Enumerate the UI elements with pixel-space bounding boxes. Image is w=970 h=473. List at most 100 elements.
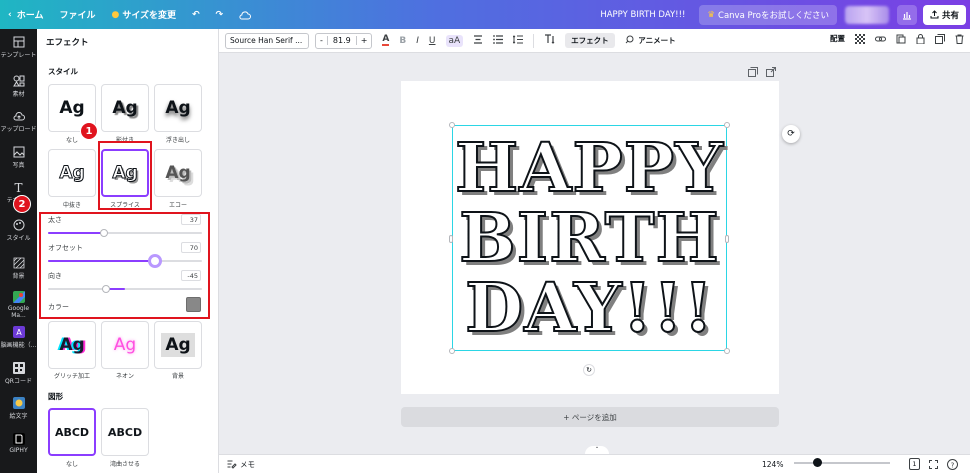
letter-case-button[interactable]: aA [445,34,464,47]
font-name: Source Han Serif ... [230,36,303,45]
effect-button[interactable]: エフェクト [565,33,615,48]
insights-button[interactable] [896,4,917,25]
style-section-label: スタイル [48,67,78,76]
effect-hollow[interactable]: Ag [48,149,96,197]
align-center-button[interactable] [473,34,483,47]
page-count-button[interactable]: 1 [909,458,920,470]
top-bar: ‹ ホーム ファイル ● サイズを変更 ↶ ↷ HAPPY BIRTH DAY!… [0,0,970,29]
effect-sample: Ag [112,98,138,118]
shape-none[interactable]: ABCD [48,408,96,456]
emoji-icon [12,397,25,409]
shape-sample: ABCD [107,425,143,439]
offset-slider[interactable] [48,260,202,262]
direction-slider[interactable] [48,288,202,290]
shape-curve[interactable]: ABCD [101,408,149,456]
resize-handle[interactable] [724,348,730,354]
rail-item-app[interactable]: A 脳画機能（... [0,326,37,349]
document-title[interactable]: HAPPY BIRTH DAY!!! [600,10,685,20]
copy-style-icon[interactable] [896,34,906,44]
animate-button[interactable]: アニメート [625,35,676,46]
rail-item-elements[interactable]: 素材 [0,75,37,98]
italic-button[interactable]: I [416,36,419,46]
hide-page-icon[interactable] [748,67,758,77]
duplicate-icon[interactable] [935,33,945,44]
rail-item-qr-code[interactable]: QRコード [0,362,37,385]
headline-line: BIRTH [458,198,720,277]
text-color-button[interactable]: A [382,35,390,46]
svg-text:?: ? [951,461,955,469]
offset-value[interactable]: 70 [181,242,201,253]
crown-icon: ♛ [707,9,716,20]
undo-button[interactable]: ↶ [184,0,208,29]
rotate-handle[interactable]: ↻ [583,364,595,376]
rail-item-giphy[interactable]: GIPHY [0,433,37,454]
help-icon[interactable]: ? [947,459,958,470]
share-page-icon[interactable] [766,67,776,77]
file-menu[interactable]: ファイル [51,0,103,29]
zoom-slider[interactable] [794,462,890,464]
rail-item-background[interactable]: 背景 [0,257,37,280]
direction-knob[interactable] [102,285,110,293]
vertical-text-button[interactable] [544,34,555,47]
effect-lift[interactable]: Ag [154,84,202,132]
effect-sample: Ag [165,98,191,118]
rail-item-style[interactable]: スタイル [0,219,37,242]
toolbar-right: 配置 [830,33,964,44]
svg-text:A: A [16,328,22,337]
cloud-save-button[interactable] [231,0,259,29]
trash-icon[interactable] [955,34,964,44]
underline-button[interactable]: U [429,36,436,46]
effect-neon[interactable]: Ag [101,321,149,369]
position-button[interactable]: 配置 [830,33,845,44]
qr-code-icon [12,362,25,374]
notes-button[interactable]: メモ [227,459,255,470]
size-increase-button[interactable]: + [357,36,372,45]
try-pro-button[interactable]: ♛ Canva Proをお試しください [699,4,837,25]
list-icon [493,34,504,44]
offset-knob[interactable] [148,254,162,268]
avatar[interactable] [844,5,889,24]
spacing-button[interactable] [512,34,524,47]
bold-button[interactable]: B [399,36,406,46]
share-label: 共有 [941,10,959,21]
refresh-button[interactable]: ⟳ [782,125,800,143]
rail-label: QRコード [5,378,32,385]
thickness-knob[interactable] [100,229,108,237]
effect-echo[interactable]: Ag [154,149,202,197]
zoom-level[interactable]: 124% [762,460,783,469]
effect-background[interactable]: Ag [154,321,202,369]
thickness-slider[interactable] [48,232,202,234]
resize-handle[interactable] [724,122,730,128]
redo-button[interactable]: ↷ [208,0,232,29]
link-icon[interactable] [875,34,886,44]
font-select[interactable]: Source Han Serif ... [225,32,309,49]
effect-label: ネオン [115,373,134,380]
thickness-value[interactable]: 37 [181,214,201,225]
transparency-icon[interactable] [855,33,865,44]
lock-icon[interactable] [916,33,925,44]
chevron-left-icon: ‹ [8,9,12,20]
font-size-input[interactable]: 81.9 [326,36,357,45]
rail-item-google-maps[interactable]: Google Ma... [0,291,37,319]
size-decrease-button[interactable]: - [316,36,327,45]
upload-icon [930,10,939,19]
direction-value[interactable]: -45 [181,270,201,281]
shape-label: なし [65,461,78,468]
rail-item-upload[interactable]: アップロード [0,110,37,133]
rail-item-emoji[interactable]: 絵文字 [0,397,37,420]
zoom-knob[interactable] [813,458,822,467]
resize-button[interactable]: ● サイズを変更 [103,0,184,29]
fullscreen-icon[interactable] [929,460,938,469]
rail-item-photo[interactable]: 写真 [0,146,37,169]
list-button[interactable] [493,34,504,47]
add-page-button[interactable]: + ページを追加 [401,407,779,427]
home-button[interactable]: ‹ ホーム [0,0,51,29]
rail-item-template[interactable]: テンプレート [0,36,37,59]
effect-glitch[interactable]: Ag [48,321,96,369]
resize-handle[interactable] [449,348,455,354]
headline-text[interactable]: HAPPY BIRTH DAY!!! [452,132,727,344]
effect-label: 中抜き [62,202,81,209]
effect-shadow[interactable]: Ag [101,84,149,132]
color-swatch[interactable] [186,297,201,312]
share-button[interactable]: 共有 [922,4,966,25]
